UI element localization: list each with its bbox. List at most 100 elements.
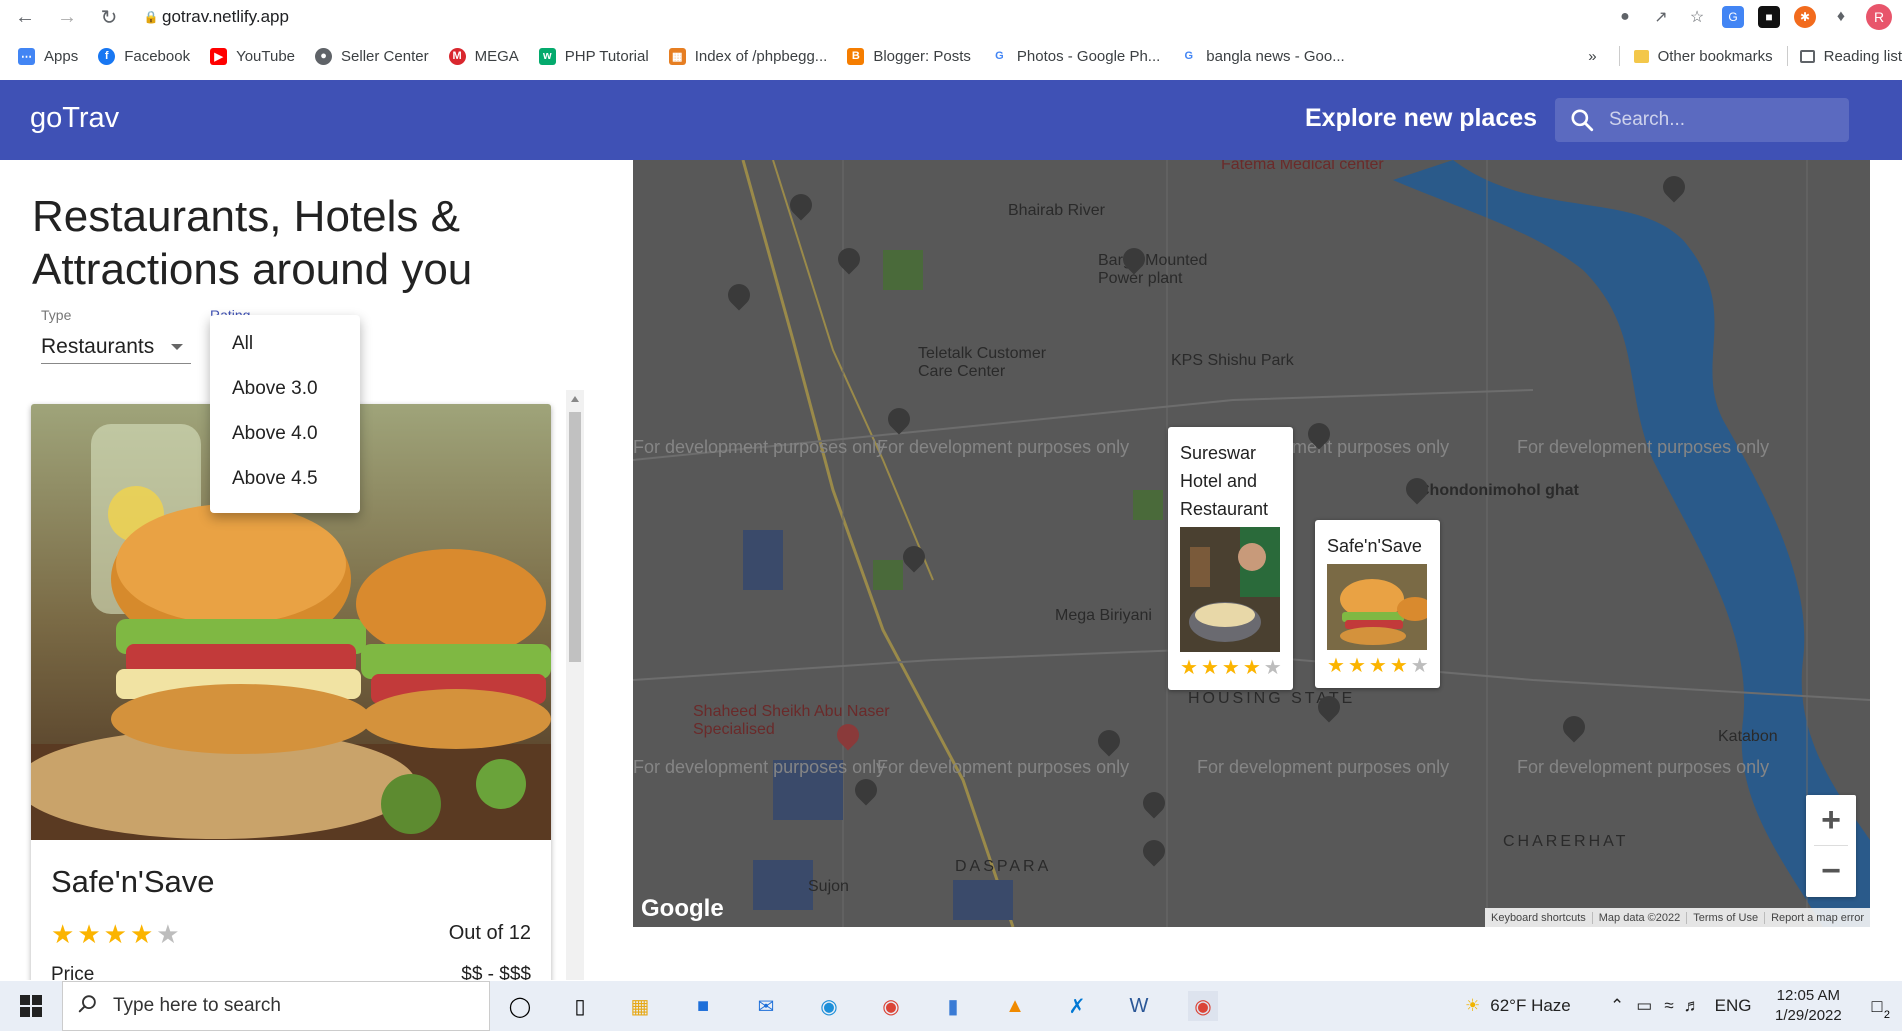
rating-option-all[interactable]: All xyxy=(210,321,360,366)
list-scrollbar[interactable] xyxy=(566,390,584,980)
reload-icon[interactable]: ↻ xyxy=(94,2,124,32)
translate-extension-icon[interactable]: G xyxy=(1722,6,1744,28)
weather-icon: ☀ xyxy=(1465,996,1481,1015)
bookmark-item[interactable]: ⋯ Apps xyxy=(18,47,78,65)
divider xyxy=(1786,46,1788,66)
bookmark-label: Facebook xyxy=(124,47,191,65)
extension-icon[interactable]: ■ xyxy=(1758,6,1780,28)
scroll-thumb[interactable] xyxy=(569,412,581,662)
other-bookmarks[interactable]: Other bookmarks xyxy=(1658,48,1773,65)
keyboard-shortcuts-link[interactable]: Keyboard shortcuts xyxy=(1485,912,1592,924)
globe-icon: ● xyxy=(315,47,333,65)
search-icon xyxy=(77,993,99,1020)
search-icon xyxy=(1555,107,1609,133)
rating-option-4[interactable]: Above 4.0 xyxy=(210,411,360,456)
vlc-icon[interactable]: ▲ xyxy=(1000,991,1030,1021)
bookmark-label: Photos - Google Ph... xyxy=(1016,47,1161,65)
extension-icon[interactable]: ✱ xyxy=(1794,6,1816,28)
task-view-icon[interactable]: ▯ xyxy=(565,991,595,1021)
scroll-up-icon[interactable] xyxy=(571,396,579,402)
search-input[interactable] xyxy=(1609,109,1839,131)
edge-icon[interactable]: ◉ xyxy=(814,991,844,1021)
type-select[interactable]: Restaurants xyxy=(41,330,191,364)
bookmarks-overflow[interactable]: » xyxy=(1588,48,1596,65)
type-label: Type xyxy=(41,307,72,323)
facebook-icon: f xyxy=(98,47,116,65)
chevron-up-icon[interactable]: ⌃ xyxy=(1610,996,1624,1016)
bookmark-item[interactable]: ▶ YouTube xyxy=(210,47,295,65)
profile-avatar[interactable]: R xyxy=(1866,4,1892,30)
back-icon[interactable]: ← xyxy=(10,2,40,32)
map-label: Bhairab River xyxy=(1008,202,1105,219)
word-icon[interactable]: W xyxy=(1124,991,1154,1021)
browser-toolbar: ← → ↻ 🔒 gotrav.netlify.app ● ↗ ☆ G ■ ✱ ♦… xyxy=(0,0,1902,34)
map[interactable]: Bhairab River Barge Mounted Power plant … xyxy=(633,160,1870,927)
forward-icon[interactable]: → xyxy=(52,2,82,32)
star-empty-icon: ★ xyxy=(1410,655,1429,677)
bookmark-item[interactable]: Gbangla news - Goo... xyxy=(1180,47,1345,65)
bookmark-star-icon[interactable]: ☆ xyxy=(1686,6,1708,28)
wifi-icon[interactable]: ≈ xyxy=(1664,996,1673,1016)
marker-image xyxy=(1180,527,1280,652)
weather-text: 62°F Haze xyxy=(1490,996,1571,1015)
map-marker-card[interactable]: Safe'n'Save ★ ★ ★ ★ ★ xyxy=(1315,520,1440,688)
system-tray: ⌃ ▭ ≈ ♬ ENG xyxy=(1610,981,1752,1031)
notification-icon[interactable]: □ 2 xyxy=(1862,991,1892,1022)
map-marker-card[interactable]: Sureswar Hotel and Restaurant ★ ★ ★ ★ ★ xyxy=(1168,427,1293,690)
map-label: Fatema Medical center xyxy=(1221,160,1384,173)
bookmark-item[interactable]: w PHP Tutorial xyxy=(538,47,649,65)
map-label: Barge Mounted Power plant xyxy=(1098,252,1208,287)
bookmark-item[interactable]: M MEGA xyxy=(448,47,519,65)
chrome-icon[interactable]: ◉ xyxy=(876,991,906,1021)
bookmark-item[interactable]: f Facebook xyxy=(98,47,191,65)
vscode-icon[interactable]: ✗ xyxy=(1062,991,1092,1021)
map-label: CHARERHAT xyxy=(1503,833,1629,850)
bookmark-item[interactable]: ● Seller Center xyxy=(315,47,429,65)
reading-list[interactable]: Reading list xyxy=(1824,48,1902,65)
rating-option-3[interactable]: Above 3.0 xyxy=(210,366,360,411)
review-count: Out of 12 xyxy=(448,922,531,944)
file-explorer-icon[interactable]: ▦ xyxy=(625,991,655,1021)
bookmark-item[interactable]: B Blogger: Posts xyxy=(847,47,971,65)
google-icon: G xyxy=(990,47,1008,65)
zoom-in-button[interactable]: + xyxy=(1806,795,1856,845)
location-icon[interactable]: ● xyxy=(1614,6,1636,28)
terms-link[interactable]: Terms of Use xyxy=(1686,911,1764,924)
rating-option-4-5[interactable]: Above 4.5 xyxy=(210,456,360,501)
url-text: gotrav.netlify.app xyxy=(162,7,289,26)
mail-icon[interactable]: ✉ xyxy=(751,991,781,1021)
weather-widget[interactable]: ☀ 62°F Haze xyxy=(1465,981,1571,1031)
cortana-icon[interactable]: ◯ xyxy=(505,991,535,1021)
rating-stars: ★ ★ ★ ★ ★ xyxy=(1180,654,1282,682)
zoom-out-button[interactable]: − xyxy=(1806,846,1856,896)
clock[interactable]: 12:05 AM 1/29/2022 xyxy=(1775,986,1842,1026)
taskbar-search-placeholder: Type here to search xyxy=(113,995,281,1016)
volume-icon[interactable]: ♬ xyxy=(1684,996,1701,1016)
bookmark-item[interactable]: G Photos - Google Ph... xyxy=(990,47,1161,65)
star-filled-icon: ★ xyxy=(1347,655,1366,677)
windows-start-icon[interactable] xyxy=(16,991,46,1021)
taskbar-search[interactable]: Type here to search xyxy=(62,981,490,1031)
chrome-profile-icon[interactable]: ◉ xyxy=(1188,991,1218,1021)
chat-bubble-icon: □ xyxy=(1871,995,1883,1016)
page-title: Restaurants, Hotels & Attractions around… xyxy=(32,192,473,294)
language-indicator[interactable]: ENG xyxy=(1715,996,1752,1016)
blogger-icon: B xyxy=(847,47,865,65)
map-label: Katabon xyxy=(1718,728,1778,745)
place-name: Safe'n'Save xyxy=(51,864,215,899)
rating-stars: ★ ★ ★ ★ ★ xyxy=(1327,652,1429,680)
report-error-link[interactable]: Report a map error xyxy=(1764,911,1870,924)
dev-watermark: For development purposes only xyxy=(633,757,886,777)
type-value: Restaurants xyxy=(41,334,155,358)
puzzle-icon[interactable]: ♦ xyxy=(1830,6,1852,28)
brand-logo[interactable]: goTrav xyxy=(30,102,119,135)
bookmark-item[interactable]: ▦ Index of /phpbegg... xyxy=(668,47,827,65)
search-box xyxy=(1555,98,1849,142)
apps-grid-icon: ⋯ xyxy=(18,47,35,65)
battery-icon[interactable]: ▭ xyxy=(1636,996,1652,1016)
address-bar[interactable]: 🔒 gotrav.netlify.app xyxy=(140,3,1650,31)
store-icon[interactable]: ■ xyxy=(688,991,718,1021)
share-icon[interactable]: ↗ xyxy=(1650,6,1672,28)
phone-app-icon[interactable]: ▮ xyxy=(938,991,968,1021)
marker-image xyxy=(1327,564,1427,650)
